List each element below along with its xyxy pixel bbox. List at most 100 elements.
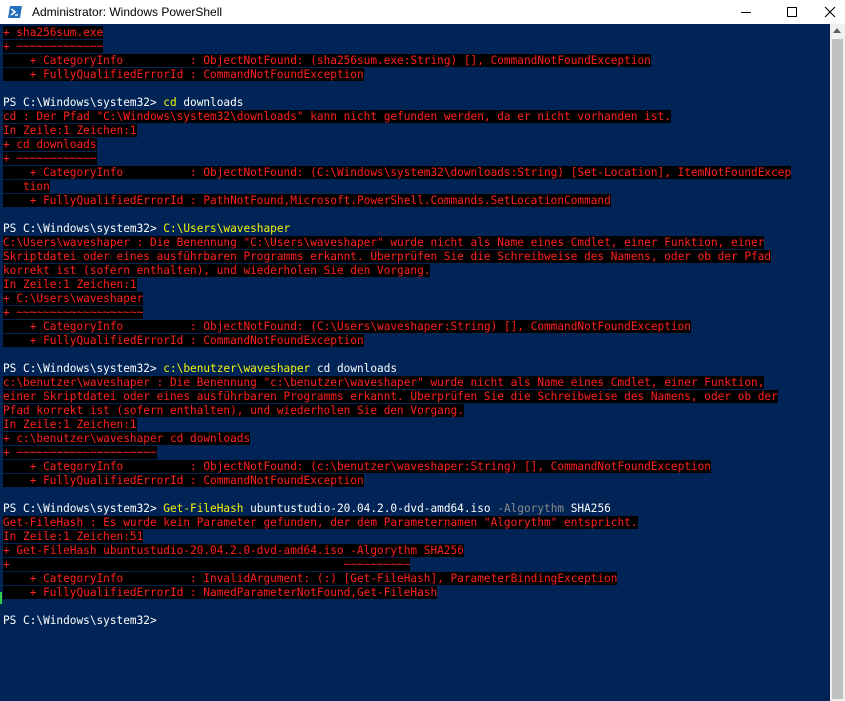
argument-text: downloads [176,96,244,109]
console-line: + ~~~~~~~~~~~~~ [3,40,829,54]
minimize-icon [740,11,751,13]
error-text: In Zeile:1 Zeichen:51 [3,530,144,543]
error-text: korrekt ist (sofern enthalten), und wied… [3,264,431,277]
error-text: + ~~~~~~~~~~~~~~~~~~~ [3,306,144,319]
command-text: Get-FileHash [163,502,244,515]
error-text: cd : Der Pfad "C:\Windows\system32\downl… [3,110,671,123]
error-text: + CategoryInfo : ObjectNotFound: (sha256… [3,54,651,67]
console-line: einer Skriptdatei oder eines ausführbare… [3,390,829,404]
console-line: In Zeile:1 Zeichen:51 [3,530,829,544]
console-line: + FullyQualifiedErrorId : CommandNotFoun… [3,68,829,82]
vertical-scrollbar[interactable] [830,24,845,701]
error-text: + CategoryInfo : ObjectNotFound: (c:\ben… [3,460,711,473]
error-text: einer Skriptdatei oder eines ausführbare… [3,390,778,403]
prompt-text: PS C:\Windows\system32> [3,362,164,375]
error-text: + Get-FileHash ubuntustudio-20.04.2.0-dv… [3,544,464,557]
error-text: + ~~~~~~~~~~~~~~~~~~~~~ [3,446,157,459]
console-line: + sha256sum.exe [3,26,829,40]
close-button[interactable] [815,0,845,24]
prompt-text: PS C:\Windows\system32> [3,614,164,627]
minimize-button[interactable] [723,0,769,24]
error-text: Get-FileHash : Es wurde kein Parameter g… [3,516,638,529]
argument-text: cd downloads [310,362,398,375]
console-line: + FullyQualifiedErrorId : NamedParameter… [3,586,829,600]
title-bar[interactable]: Administrator: Windows PowerShell [0,0,845,24]
error-text: Skriptdatei oder eines ausführbaren Prog… [3,250,772,263]
prompt-text: PS C:\Windows\system32> [3,502,164,515]
error-text: + CategoryInfo : ObjectNotFound: (C:\Use… [3,320,691,333]
console-line: + CategoryInfo : ObjectNotFound: (c:\ben… [3,460,829,474]
maximize-button[interactable] [769,0,815,24]
window-title: Administrator: Windows PowerShell [32,5,223,19]
console-line: + ~~~~~~~~~~~~~~~~~~~~~ [3,446,829,460]
error-text: + FullyQualifiedErrorId : CommandNotFoun… [3,474,364,487]
error-text: tion [3,180,50,193]
console-line: PS C:\Windows\system32> cd downloads [3,96,829,110]
console-output[interactable]: + sha256sum.exe + ~~~~~~~~~~~~~ + Categor… [3,26,829,701]
argument-text: ubuntustudio-20.04.2.0-dvd-amd64.iso [243,502,498,515]
error-text: + ~~~~~~~~~~~~ [3,152,97,165]
console-line: Get-FileHash : Es wurde kein Parameter g… [3,516,829,530]
console-line: cd : Der Pfad "C:\Windows\system32\downl… [3,110,829,124]
error-text: + C:\Users\waveshaper [3,292,144,305]
close-icon [824,6,836,18]
console-line: c:\benutzer\waveshaper : Die Benennung "… [3,376,829,390]
error-text: c:\benutzer\waveshaper : Die Benennung "… [3,376,765,389]
error-text: In Zeile:1 Zeichen:1 [3,278,137,291]
console-selection-marker [0,592,2,604]
console-line: PS C:\Windows\system32> c:\benutzer\wave… [3,362,829,376]
error-text: + CategoryInfo : ObjectNotFound: (C:\Win… [3,166,792,179]
powershell-window: Administrator: Windows PowerShell + sha2… [0,0,845,701]
console-line: PS C:\Windows\system32> Get-FileHash ubu… [3,502,829,516]
error-text: In Zeile:1 Zeichen:1 [3,124,137,137]
console-line: C:\Users\waveshaper : Die Benennung "C:\… [3,236,829,250]
error-text: + ~~~~~~~~~~ [3,558,411,571]
console-line: In Zeile:1 Zeichen:1 [3,418,829,432]
error-text: Pfad korrekt ist (sofern enthalten), und… [3,404,464,417]
scrollbar-thumb[interactable] [832,39,843,699]
error-text: + sha256sum.exe [3,26,104,39]
maximize-icon [786,6,797,17]
prompt-text: PS C:\Windows\system32> [3,222,164,235]
console-line: + FullyQualifiedErrorId : CommandNotFoun… [3,474,829,488]
console-line: + CategoryInfo : ObjectNotFound: (C:\Win… [3,166,829,180]
error-text: + FullyQualifiedErrorId : CommandNotFoun… [3,334,364,347]
prompt-text: PS C:\Windows\system32> [3,96,164,109]
console-line: In Zeile:1 Zeichen:1 [3,124,829,138]
argument-text: SHA256 [564,502,611,515]
error-text: + ~~~~~~~~~~~~~ [3,40,104,53]
powershell-icon [7,4,23,20]
console-line: In Zeile:1 Zeichen:1 [3,278,829,292]
console-line: PS C:\Windows\system32> [3,614,829,628]
console-line: + CategoryInfo : ObjectNotFound: (sha256… [3,54,829,68]
console-line: + ~~~~~~~~~~~~ [3,152,829,166]
console-line: + C:\Users\waveshaper [3,292,829,306]
error-text: C:\Users\waveshaper : Die Benennung "C:\… [3,236,765,249]
console-line: Skriptdatei oder eines ausführbaren Prog… [3,250,829,264]
error-text: + FullyQualifiedErrorId : CommandNotFoun… [3,68,364,81]
console-line: + CategoryInfo : InvalidArgument: (:) [G… [3,572,829,586]
parameter-text: -Algorythm [497,502,565,515]
console-line: + FullyQualifiedErrorId : PathNotFound,M… [3,194,829,208]
console-line: + c:\benutzer\waveshaper cd downloads [3,432,829,446]
error-text: + c:\benutzer\waveshaper cd downloads [3,432,251,445]
error-text: + CategoryInfo : InvalidArgument: (:) [G… [3,572,618,585]
error-text: In Zeile:1 Zeichen:1 [3,418,137,431]
command-text: C:\Users\waveshaper [163,222,291,235]
scroll-up-arrow-icon[interactable] [833,28,841,33]
console-line: tion [3,180,829,194]
error-text: + cd downloads [3,138,97,151]
console-line: Pfad korrekt ist (sofern enthalten), und… [3,404,829,418]
console-line: + Get-FileHash ubuntustudio-20.04.2.0-dv… [3,544,829,558]
command-text: cd [163,96,177,109]
console-line: + ~~~~~~~~~~~~~~~~~~~ [3,306,829,320]
console-line: korrekt ist (sofern enthalten), und wied… [3,264,829,278]
error-text: + FullyQualifiedErrorId : NamedParameter… [3,586,438,599]
command-text: c:\benutzer\waveshaper [163,362,311,375]
console-line: + cd downloads [3,138,829,152]
